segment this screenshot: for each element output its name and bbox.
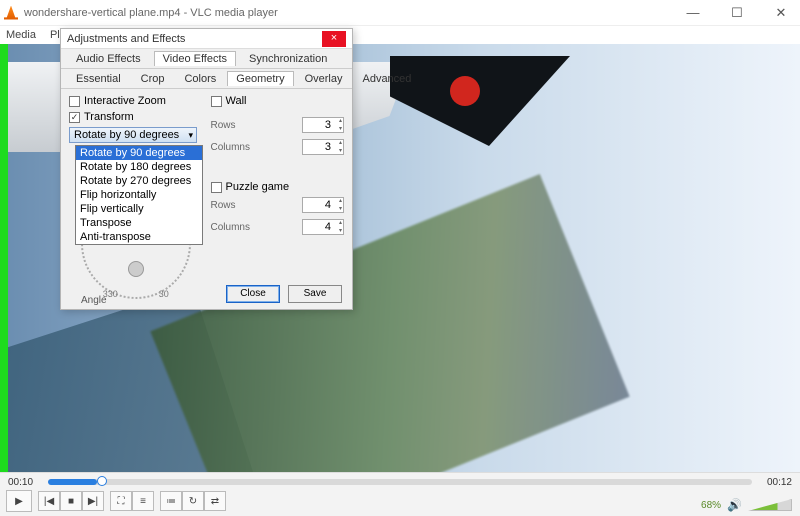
tabs-sub: Essential Crop Colors Geometry Overlay A… <box>61 69 352 89</box>
puzzle-label: Puzzle game <box>226 181 290 193</box>
tab-geometry[interactable]: Geometry <box>227 71 293 86</box>
checkbox-icon <box>69 96 80 107</box>
volume-percent: 68% <box>701 500 721 511</box>
wall-checkbox[interactable]: Wall <box>211 95 345 107</box>
playlist-button[interactable]: ≔ <box>160 491 182 511</box>
transform-option[interactable]: Anti-transpose <box>76 230 202 244</box>
titlebar: wondershare-vertical plane.mp4 - VLC med… <box>0 0 800 26</box>
window-title: wondershare-vertical plane.mp4 - VLC med… <box>24 7 678 19</box>
transform-option[interactable]: Rotate by 90 degrees <box>76 146 202 160</box>
checkbox-icon: ✓ <box>69 112 80 123</box>
save-button[interactable]: Save <box>288 285 342 303</box>
fullscreen-button[interactable]: ⛶ <box>110 491 132 511</box>
tab-colors[interactable]: Colors <box>175 71 225 86</box>
transform-option[interactable]: Rotate by 270 degrees <box>76 174 202 188</box>
window-buttons: — ☐ ✕ <box>678 6 796 19</box>
prev-button[interactable]: |◀ <box>38 491 60 511</box>
puzzle-checkbox[interactable]: Puzzle game <box>211 181 345 193</box>
close-window-button[interactable]: ✕ <box>766 6 796 19</box>
interactive-zoom-label: Interactive Zoom <box>84 95 166 107</box>
speaker-icon[interactable]: 🔊 <box>727 498 742 512</box>
checkbox-icon <box>211 182 222 193</box>
minimize-button[interactable]: — <box>678 6 708 19</box>
wall-rows-label: Rows <box>211 120 236 131</box>
play-button[interactable]: ▶ <box>6 490 32 512</box>
dial-knob-icon[interactable] <box>128 261 144 277</box>
transform-selected: Rotate by 90 degrees <box>74 129 179 141</box>
tab-audio-effects[interactable]: Audio Effects <box>67 51 150 66</box>
vlc-icon <box>4 6 18 20</box>
menu-media[interactable]: Media <box>6 29 36 41</box>
stop-button[interactable]: ■ <box>60 491 82 511</box>
wall-rows-spinner[interactable]: 3 <box>302 117 344 133</box>
dial-tick: 330 <box>103 289 118 299</box>
transform-checkbox[interactable]: ✓ Transform <box>69 111 203 123</box>
next-button[interactable]: ▶| <box>82 491 104 511</box>
dialog-close-button[interactable]: × <box>322 31 346 47</box>
tab-advanced[interactable]: Advanced <box>353 71 420 86</box>
seek-track[interactable] <box>48 479 752 485</box>
tabs-main: Audio Effects Video Effects Synchronizat… <box>61 49 352 69</box>
time-current: 00:10 <box>8 477 42 488</box>
puzzle-cols-spinner[interactable]: 4 <box>302 219 344 235</box>
dialog-title: Adjustments and Effects <box>67 33 322 45</box>
time-total: 00:12 <box>758 477 792 488</box>
loop-button[interactable]: ↻ <box>182 491 204 511</box>
checkbox-icon <box>211 96 222 107</box>
transform-option[interactable]: Rotate by 180 degrees <box>76 160 202 174</box>
wall-label: Wall <box>226 95 247 107</box>
bottom-panel: 00:10 00:12 ▶ |◀ ■ ▶| ⛶ ≡ ≔ ↻ ⇄ 68% 🔊 <box>0 472 800 516</box>
ext-settings-button[interactable]: ≡ <box>132 491 154 511</box>
transform-option[interactable]: Flip vertically <box>76 202 202 216</box>
transform-option[interactable]: Transpose <box>76 216 202 230</box>
transform-label: Transform <box>84 111 134 123</box>
puzzle-rows-spinner[interactable]: 4 <box>302 197 344 213</box>
tab-synchronization[interactable]: Synchronization <box>240 51 336 66</box>
seek-bar: 00:10 00:12 <box>8 477 792 487</box>
transform-dropdown-list[interactable]: Rotate by 90 degrees Rotate by 180 degre… <box>75 145 203 245</box>
volume-slider[interactable] <box>748 499 792 511</box>
tab-crop[interactable]: Crop <box>132 71 174 86</box>
seek-knob-icon[interactable] <box>97 476 107 486</box>
puzzle-rows-label: Rows <box>211 200 236 211</box>
shuffle-button[interactable]: ⇄ <box>204 491 226 511</box>
close-button[interactable]: Close <box>226 285 280 303</box>
interactive-zoom-checkbox[interactable]: Interactive Zoom <box>69 95 203 107</box>
transform-option[interactable]: Flip horizontally <box>76 188 202 202</box>
tab-essential[interactable]: Essential <box>67 71 130 86</box>
puzzle-cols-label: Columns <box>211 222 250 233</box>
wall-cols-spinner[interactable]: 3 <box>302 139 344 155</box>
effects-dialog: Adjustments and Effects × Audio Effects … <box>60 28 353 310</box>
transform-dropdown[interactable]: Rotate by 90 degrees <box>69 127 197 143</box>
maximize-button[interactable]: ☐ <box>722 6 752 19</box>
dial-tick: 30 <box>159 289 169 299</box>
tab-video-effects[interactable]: Video Effects <box>154 51 236 66</box>
dialog-titlebar[interactable]: Adjustments and Effects × <box>61 29 352 49</box>
wall-cols-label: Columns <box>211 142 250 153</box>
tab-overlay[interactable]: Overlay <box>296 71 352 86</box>
